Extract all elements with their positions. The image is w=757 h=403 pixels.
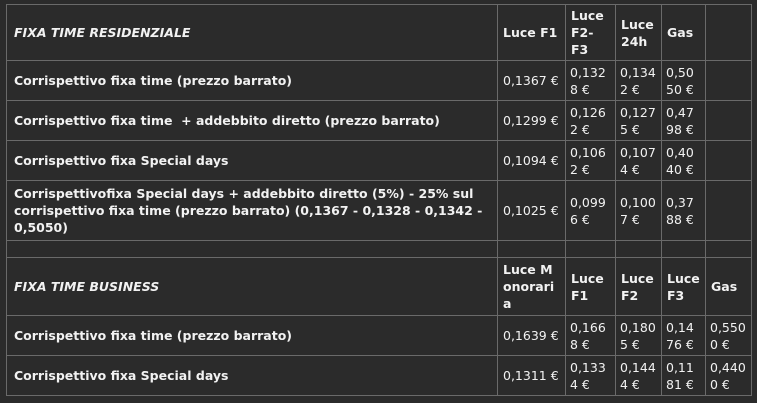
price-cell: 0,1299 €: [497, 100, 566, 141]
table-row: Corrispettivofixa Special days + addebbi…: [6, 180, 752, 241]
col-header: Luce F3: [661, 257, 706, 316]
empty-cell: [565, 240, 616, 258]
empty-cell: [661, 240, 706, 258]
empty-cell: [497, 240, 566, 258]
business-title: FIXA TIME BUSINESS: [6, 257, 498, 316]
price-cell: 0,1342 €: [615, 60, 662, 101]
price-table: FIXA TIME RESIDENZIALE Luce F1 Luce F2-F…: [6, 4, 752, 396]
empty-cell: [705, 100, 752, 141]
col-header: Luce F1: [565, 257, 616, 316]
price-cell: 0,1668 €: [565, 315, 616, 356]
price-cell: 0,1025 €: [497, 180, 566, 241]
row-label: Corrispettivo fixa Special days: [6, 140, 498, 181]
col-header: Gas: [661, 4, 706, 61]
business-header-row: FIXA TIME BUSINESS Luce Monoraria Luce F…: [6, 257, 752, 316]
price-cell: 0,1074 €: [615, 140, 662, 181]
col-header: Gas: [705, 257, 752, 316]
table-row: Corrispettivo fixa Special days 0,1094 €…: [6, 140, 752, 181]
table-row: Corrispettivo fixa time + addebbito dire…: [6, 100, 752, 141]
price-cell: 0,1367 €: [497, 60, 566, 101]
row-label: Corrispettivo fixa time + addebbito dire…: [6, 100, 498, 141]
price-cell: 0,1444 €: [615, 355, 662, 396]
table-row: Corrispettivo fixa Special days 0,1311 €…: [6, 355, 752, 396]
col-header: Luce Monoraria: [497, 257, 566, 316]
row-label: Corrispettivo fixa time (prezzo barrato): [6, 315, 498, 356]
price-cell: 0,5500 €: [705, 315, 752, 356]
row-label: Corrispettivofixa Special days + addebbi…: [6, 180, 498, 241]
empty-cell: [705, 240, 752, 258]
price-cell: 0,1328 €: [565, 60, 616, 101]
price-cell: 0,5050 €: [661, 60, 706, 101]
price-cell: 0,1639 €: [497, 315, 566, 356]
residenziale-header-row: FIXA TIME RESIDENZIALE Luce F1 Luce F2-F…: [6, 4, 752, 61]
price-cell: 0,4798 €: [661, 100, 706, 141]
col-header: Luce 24h: [615, 4, 662, 61]
empty-cell: [615, 240, 662, 258]
price-cell: 0,1311 €: [497, 355, 566, 396]
price-cell: 0,1007 €: [615, 180, 662, 241]
price-cell: 0,3788 €: [661, 180, 706, 241]
price-cell: 0,1476 €: [661, 315, 706, 356]
price-cell: 0,1275 €: [615, 100, 662, 141]
residenziale-title: FIXA TIME RESIDENZIALE: [6, 4, 498, 61]
price-cell: 0,1062 €: [565, 140, 616, 181]
spacer-row: [6, 240, 752, 258]
price-cell: 0,1094 €: [497, 140, 566, 181]
col-header: Luce F1: [497, 4, 566, 61]
table-row: Corrispettivo fixa time (prezzo barrato)…: [6, 315, 752, 356]
empty-cell: [705, 180, 752, 241]
price-cell: 0,1805 €: [615, 315, 662, 356]
row-label: Corrispettivo fixa Special days: [6, 355, 498, 396]
empty-cell: [6, 240, 498, 258]
price-cell: 0,4040 €: [661, 140, 706, 181]
price-cell: 0,0996 €: [565, 180, 616, 241]
price-cell: 0,1181 €: [661, 355, 706, 396]
empty-cell: [705, 4, 752, 61]
empty-cell: [705, 60, 752, 101]
price-cell: 0,1262 €: [565, 100, 616, 141]
price-cell: 0,4400 €: [705, 355, 752, 396]
price-cell: 0,1334 €: [565, 355, 616, 396]
empty-cell: [705, 140, 752, 181]
col-header: Luce F2: [615, 257, 662, 316]
col-header: Luce F2-F3: [565, 4, 616, 61]
row-label: Corrispettivo fixa time (prezzo barrato): [6, 60, 498, 101]
table-row: Corrispettivo fixa time (prezzo barrato)…: [6, 60, 752, 101]
